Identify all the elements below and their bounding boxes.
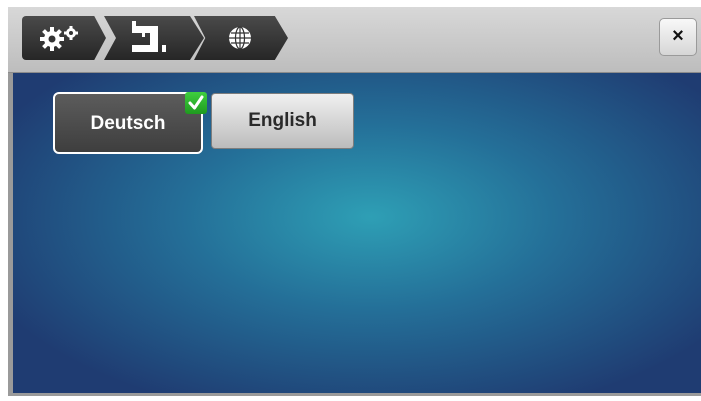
settings-gears-icon: [40, 26, 78, 51]
breadcrumb-machine[interactable]: [104, 16, 204, 60]
breadcrumb-language[interactable]: [194, 16, 288, 60]
close-icon: ×: [672, 25, 684, 47]
machine-icon: [132, 21, 166, 52]
language-button-deutsch[interactable]: Deutsch: [53, 92, 207, 154]
language-label: English: [248, 110, 317, 131]
breadcrumb-settings[interactable]: [22, 16, 106, 60]
language-settings-window: × Deutsch English: [8, 7, 701, 396]
close-button[interactable]: ×: [659, 18, 697, 56]
globe-icon: [229, 26, 251, 50]
selected-check-icon: [185, 92, 207, 114]
toolbar: ×: [8, 7, 701, 73]
language-label: Deutsch: [90, 113, 166, 134]
language-selection-panel: Deutsch English: [13, 73, 701, 393]
language-button-english[interactable]: English: [211, 93, 354, 149]
